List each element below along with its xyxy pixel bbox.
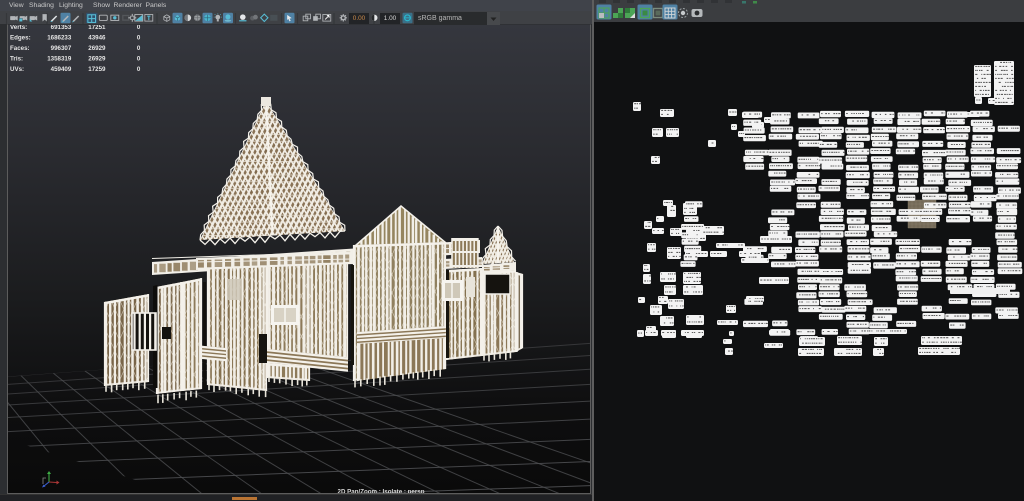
svg-text:0: 0 (137, 35, 141, 42)
svg-text:17259: 17259 (88, 66, 106, 73)
svg-text:996307: 996307 (51, 45, 72, 52)
svg-text:459409: 459409 (51, 66, 72, 73)
svg-text:26929: 26929 (88, 56, 106, 63)
svg-text:0: 0 (137, 45, 141, 52)
svg-text:0: 0 (137, 66, 141, 73)
svg-text:43946: 43946 (88, 35, 106, 42)
svg-text:Faces:: Faces: (10, 45, 30, 52)
svg-text:26929: 26929 (88, 45, 106, 52)
svg-text:Tris:: Tris: (10, 56, 23, 63)
svg-text:0: 0 (137, 56, 141, 63)
svg-text:UVs:: UVs: (10, 66, 24, 73)
svg-text:1358319: 1358319 (47, 56, 72, 63)
svg-text:1686233: 1686233 (47, 35, 72, 42)
svg-text:Edges:: Edges: (10, 35, 31, 42)
